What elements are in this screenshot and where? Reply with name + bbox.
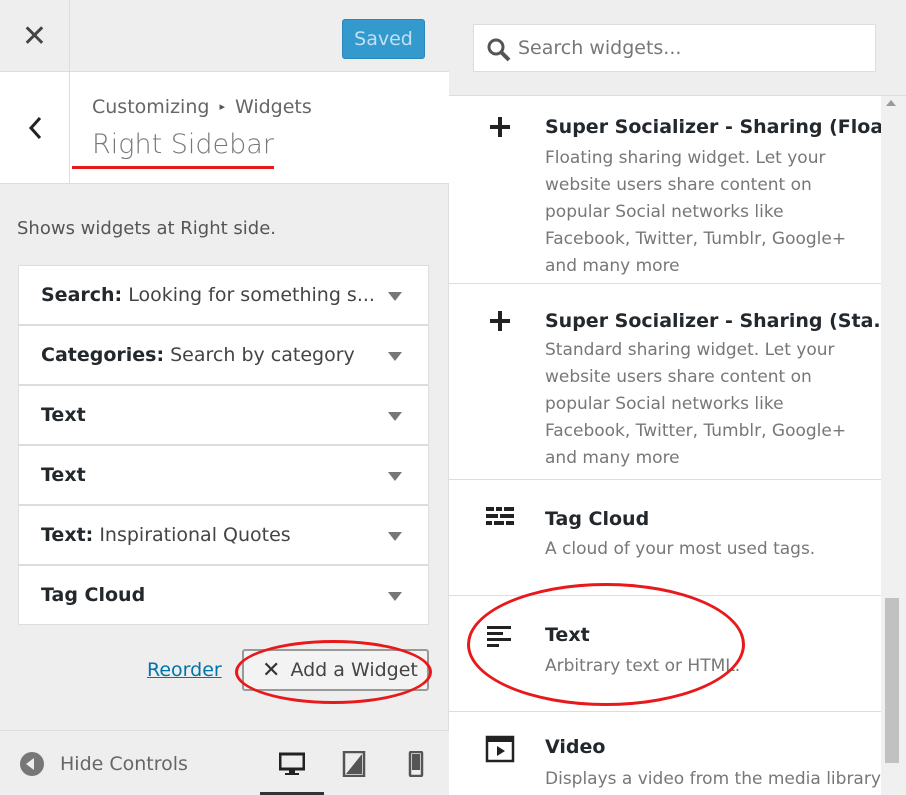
plus-icon	[490, 311, 510, 331]
available-widget-item[interactable]: Video Displays a video from the media li…	[449, 712, 881, 795]
widget-item-text-2[interactable]: Text	[18, 445, 429, 505]
widget-description: Floating sharing widget. Let your websit…	[545, 148, 847, 276]
breadcrumb-separator: ▸	[219, 100, 225, 113]
scrollbar-thumb[interactable]	[885, 598, 899, 763]
reorder-link[interactable]: Reorder	[147, 659, 222, 681]
breadcrumb-section: Widgets	[234, 96, 312, 118]
close-icon: ✕	[21, 18, 48, 54]
breadcrumb: Customizing ▸ Widgets	[92, 96, 312, 118]
page-title: Right Sidebar	[92, 129, 274, 160]
widget-search-box[interactable]	[473, 24, 876, 72]
customizer-controls-panel: ✕ Saved Customizing ▸ Widgets Right Sideba…	[0, 0, 449, 795]
widget-description: Standard sharing widget. Let your websit…	[545, 340, 847, 468]
tablet-preview-icon[interactable]	[341, 751, 367, 777]
widget-subtitle: Inspirational Quotes	[99, 524, 291, 546]
available-widget-item[interactable]: Tag Cloud A cloud of your most used tags…	[449, 480, 881, 596]
dropdown-arrow-icon[interactable]	[388, 292, 402, 301]
widget-item-text-1[interactable]: Text	[18, 385, 429, 445]
widget-item-categories[interactable]: Categories: Search by category	[18, 325, 429, 385]
available-widget-item[interactable]: Super Socializer - Sharing (Floa... Floa…	[449, 96, 881, 284]
dropdown-arrow-icon[interactable]	[388, 592, 402, 601]
widget-description: A cloud of your most used tags.	[545, 539, 816, 559]
collapse-arrow-icon	[20, 752, 44, 776]
widget-item-search[interactable]: Search: Looking for something s...	[18, 265, 429, 325]
dropdown-arrow-icon[interactable]	[388, 412, 402, 421]
title-annotation-underline	[72, 166, 274, 169]
chevron-left-icon	[28, 116, 41, 140]
hide-controls-button[interactable]: Hide Controls	[20, 752, 188, 776]
add-widget-annotation-ellipse	[235, 640, 432, 704]
widget-title: Search:	[41, 284, 123, 306]
scroll-up-arrow-icon[interactable]	[886, 100, 896, 106]
text-widget-annotation-ellipse	[467, 583, 745, 706]
widget-item-text-quotes[interactable]: Text: Inspirational Quotes	[18, 505, 429, 565]
saved-button[interactable]: Saved	[342, 19, 425, 59]
dropdown-arrow-icon[interactable]	[388, 472, 402, 481]
widget-title: Text	[41, 404, 86, 426]
widget-subtitle: Looking for something s...	[128, 284, 375, 306]
close-customizer-button[interactable]: ✕	[0, 0, 70, 72]
customizer-topbar: ✕ Saved	[0, 0, 449, 72]
widget-search-area	[449, 0, 906, 96]
tag-cloud-icon	[486, 507, 514, 525]
sidebar-description: Shows widgets at Right side.	[17, 218, 277, 239]
dropdown-arrow-icon[interactable]	[388, 532, 402, 541]
desktop-preview-icon[interactable]	[279, 751, 305, 777]
widget-name: Video	[545, 736, 606, 758]
widget-title: Tag Cloud	[41, 584, 146, 606]
widget-title: Categories:	[41, 344, 165, 366]
widget-name: Super Socializer - Sharing (Floa...	[545, 116, 881, 138]
plus-icon	[490, 117, 510, 137]
video-icon	[485, 735, 515, 763]
widget-list: Search: Looking for something s... Categ…	[18, 265, 429, 625]
widget-name: Tag Cloud	[545, 508, 650, 530]
available-widget-item[interactable]: Super Socializer - Sharing (Sta... Stand…	[449, 284, 881, 480]
widget-title: Text:	[41, 524, 94, 546]
widget-description: Displays a video from the media library	[545, 769, 881, 789]
widget-title: Text	[41, 464, 86, 486]
search-icon	[487, 38, 511, 62]
widget-item-tag-cloud[interactable]: Tag Cloud	[18, 565, 429, 625]
widget-name: Super Socializer - Sharing (Sta...	[545, 310, 881, 332]
breadcrumb-root: Customizing	[92, 96, 210, 118]
dropdown-arrow-icon[interactable]	[388, 352, 402, 361]
widget-subtitle: Search by category	[170, 344, 355, 366]
search-input[interactable]	[518, 33, 858, 63]
back-button[interactable]	[0, 72, 70, 184]
hide-controls-label: Hide Controls	[60, 753, 188, 775]
customizer-footer: Hide Controls	[0, 730, 449, 795]
mobile-preview-icon[interactable]	[403, 751, 429, 777]
